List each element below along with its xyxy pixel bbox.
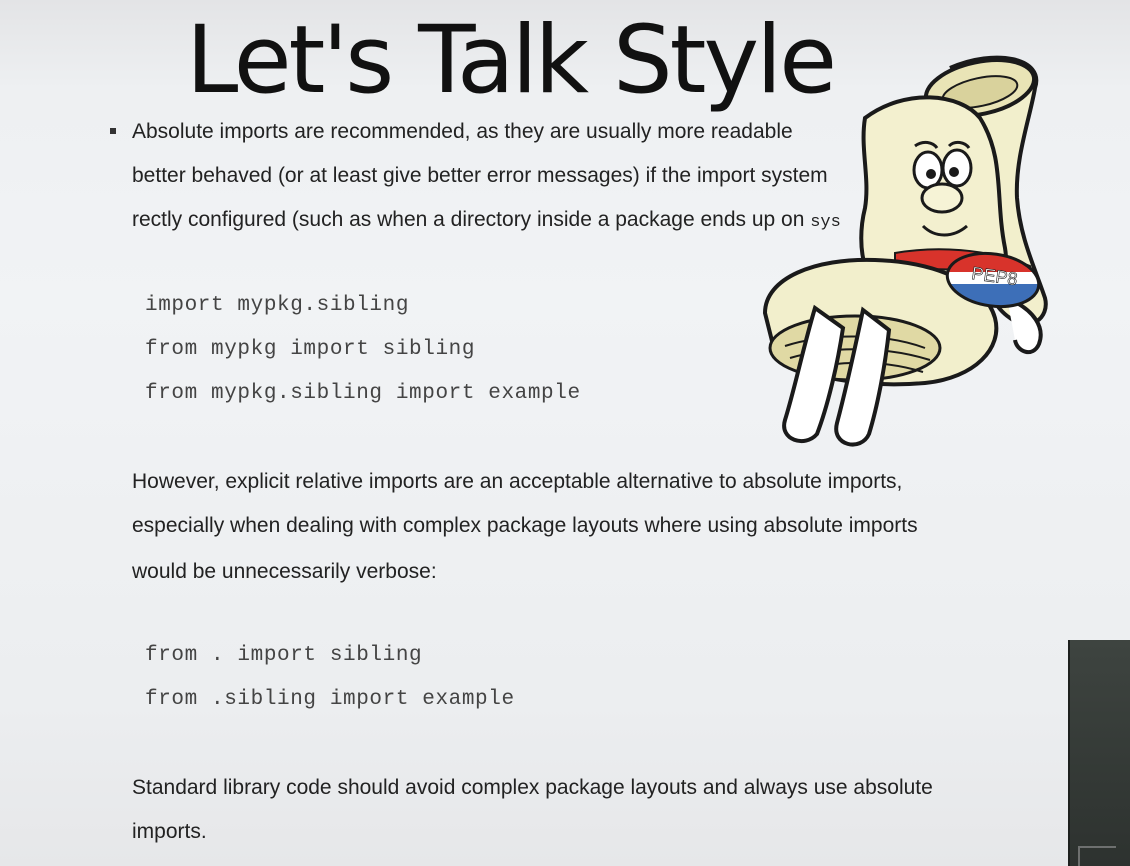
code-line-absolute-3: from mypkg.sibling import example (145, 382, 581, 405)
code-line-relative-2: from .sibling import example (145, 688, 515, 711)
pep8-scroll-mascot-icon: PEP8 (762, 55, 1048, 447)
stdlib-paragraph-line-1: Standard library code should avoid compl… (132, 776, 933, 799)
bullet-line-3-text: rectly configured (such as when a direct… (132, 208, 805, 231)
code-line-relative-1: from . import sibling (145, 644, 423, 667)
bullet-line-2: better behaved (or at least give better … (132, 164, 828, 187)
relative-paragraph-line-2: especially when dealing with complex pac… (132, 514, 918, 537)
code-line-absolute-1: import mypkg.sibling (145, 294, 410, 317)
presentation-slide: Let's Talk Style Absolute imports are re… (0, 0, 1130, 866)
side-video-panel (1068, 640, 1130, 866)
fullscreen-corner-icon (1078, 846, 1116, 866)
bullet-marker (110, 128, 116, 134)
stdlib-paragraph-line-2: imports. (132, 820, 207, 843)
relative-paragraph-line-3: would be unnecessarily verbose: (132, 560, 437, 583)
mascot-nose (920, 182, 964, 214)
code-line-absolute-2: from mypkg import sibling (145, 338, 476, 361)
bullet-line-1: Absolute imports are recommended, as the… (132, 120, 793, 143)
relative-paragraph-line-1: However, explicit relative imports are a… (132, 470, 903, 493)
bullet-line-3: rectly configured (such as when a direct… (132, 208, 841, 235)
